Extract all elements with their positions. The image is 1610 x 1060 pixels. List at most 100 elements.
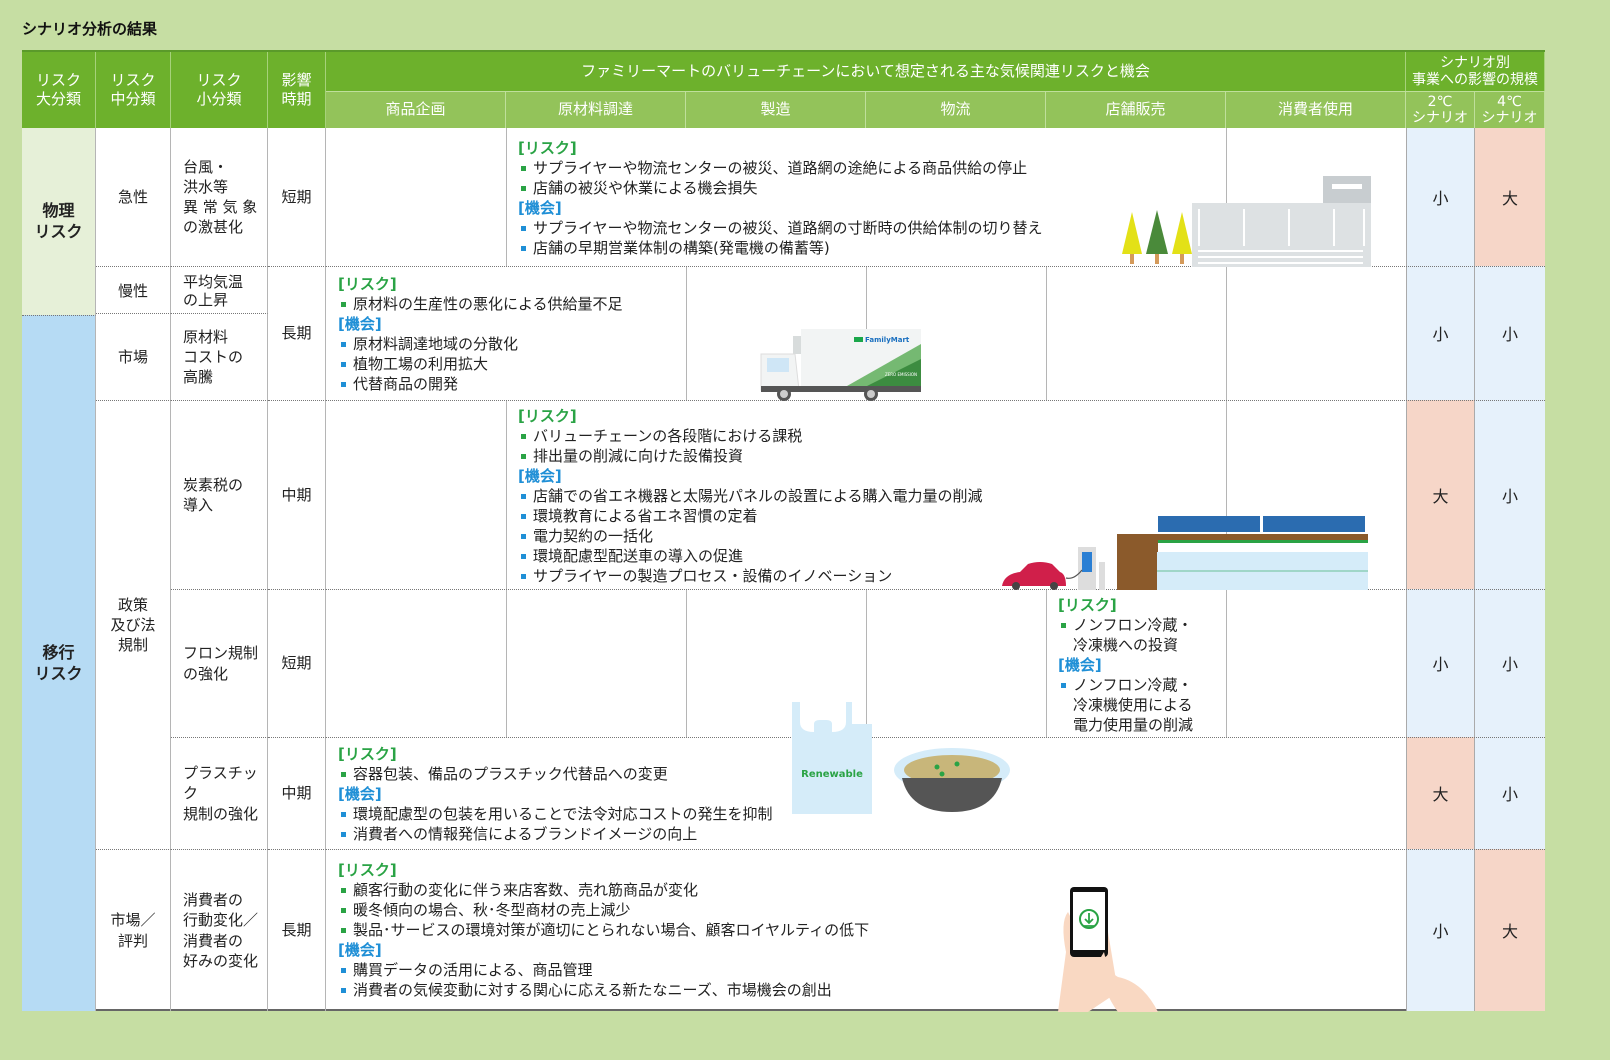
risk-item: 排出量の削減に向けた設備投資 [518, 446, 983, 466]
header-stage-logistics: 物流 [866, 91, 1046, 128]
impact-2c-carbon-tax: 大 [1406, 400, 1475, 589]
shopping-bag-icon [792, 702, 872, 814]
distribution-center-illustration [1122, 176, 1371, 267]
opportunity-item: 店舗の早期営業体制の構築(発電機の備蓄等) [518, 238, 1043, 258]
risk-label: [リスク] [1058, 596, 1117, 614]
building-roof-block [1323, 176, 1371, 203]
header-scenario-4c: 4℃ シナリオ [1475, 91, 1545, 128]
risk-item: ノンフロン冷蔵・ 冷凍機への投資 [1058, 615, 1223, 655]
middle-category-chronic: 慢性 [96, 266, 171, 315]
plastic-risk-opportunity-block: [リスク] 容器包装、備品のプラスチック代替品への変更 [機会] 環境配慮型の包… [338, 744, 773, 844]
risk-item: サプライヤーや物流センターの被災、道路網の途絶による商品供給の停止 [518, 158, 1043, 178]
impact-4c-fluorocarbon: 小 [1475, 589, 1545, 737]
truck-slogan-text: ZERO EMISSION [885, 372, 917, 377]
opportunity-item: 消費者の気候変動に対する関心に応える新たなニーズ、市場機会の創出 [338, 980, 869, 1000]
period-plastic: 中期 [268, 737, 326, 849]
risk-label: [リスク] [518, 407, 577, 425]
opportunity-item: 電力契約の一括化 [518, 526, 983, 546]
minor-category-raw-material-cost: 原材料 コストの 高騰 [171, 313, 268, 400]
opportunity-item: 購買データの活用による、商品管理 [338, 960, 869, 980]
opportunity-item: 原材料調達地域の分散化 [338, 334, 623, 354]
scenario-analysis-table: リスク 大分類 リスク 中分類 リスク 小分類 影響 時期 ファミリーマートのバ… [22, 50, 1545, 1012]
acute-risk-opportunity-block: [リスク] サプライヤーや物流センターの被災、道路網の途絶による商品供給の停止 … [518, 138, 1043, 258]
period-fluorocarbon: 短期 [268, 589, 326, 737]
middle-category-acute: 急性 [96, 128, 171, 266]
electric-car-icon [1002, 562, 1083, 590]
risk-item: 店舗の被災や休業による機会損失 [518, 178, 1043, 198]
header-scenario-title: シナリオ別 事業への影響の規模 [1406, 52, 1545, 91]
opportunity-label: [機会] [338, 941, 382, 959]
smartphone-hand-illustration [1058, 887, 1158, 1012]
tree-icon [1122, 212, 1142, 264]
carbon-tax-risk-opportunity-block: [リスク] バリューチェーンの各段階における課税 排出量の削減に向けた設備投資 … [518, 406, 983, 586]
bag-label: Renewable [801, 769, 863, 780]
period-carbon-tax: 中期 [268, 400, 326, 589]
opportunity-item: 店舗での省エネ機器と太陽光パネルの設置による購入電力量の削減 [518, 486, 983, 506]
impact-2c-plastic: 大 [1406, 737, 1475, 849]
delivery-truck-illustration: FamilyMart ZERO EMISSION [760, 329, 921, 401]
period-chronic-market: 長期 [268, 266, 326, 400]
opportunity-item: サプライヤーや物流センターの被災、道路網の寸断時の供給体制の切り替え [518, 218, 1043, 238]
opportunity-item: サプライヤーの製造プロセス・設備のイノベーション [518, 566, 983, 586]
renewable-bag-bowl-illustration: Renewable [792, 702, 1010, 814]
bowl-icon [894, 748, 1010, 812]
impact-2c-acute: 小 [1406, 128, 1475, 266]
risk-label: [リスク] [338, 275, 397, 293]
opportunity-item: 環境配慮型配送車の導入の促進 [518, 546, 983, 566]
minor-category-plastic: プラスチック 規制の強化 [171, 737, 268, 849]
opportunity-item: 代替商品の開発 [338, 374, 623, 394]
minor-category-temperature-rise: 平均気温 の上昇 [171, 266, 268, 315]
chronic-risk-opportunity-block: [リスク] 原材料の生産性の悪化による供給量不足 [機会] 原材料調達地域の分散… [338, 274, 623, 394]
risk-label: [リスク] [518, 139, 577, 157]
impact-4c-plastic: 小 [1475, 737, 1545, 849]
impact-4c-consumer: 大 [1475, 849, 1545, 1011]
impact-2c-fluorocarbon: 小 [1406, 589, 1475, 737]
risk-item: 原材料の生産性の悪化による供給量不足 [338, 294, 623, 314]
minor-category-carbon-tax: 炭素税の 導入 [171, 400, 268, 589]
opportunity-item: 環境配慮型の包装を用いることで法令対応コストの発生を抑制 [338, 804, 773, 824]
opportunity-item: 環境教育による省エネ習慣の定着 [518, 506, 983, 526]
opportunity-label: [機会] [338, 785, 382, 803]
major-category-transition: 移行 リスク [22, 315, 96, 1011]
opportunity-label: [機会] [518, 199, 562, 217]
opportunity-item: ノンフロン冷蔵・ 冷凍機使用による 電力使用量の削減 [1058, 675, 1223, 735]
impact-2c-chronic: 小 [1406, 266, 1475, 400]
header-scenario-2c: 2℃ シナリオ [1406, 91, 1475, 128]
store-illustration [1002, 516, 1368, 590]
minor-category-consumer-behavior: 消費者の 行動変化／ 消費者の 好みの変化 [171, 849, 268, 1011]
impact-4c-acute: 大 [1475, 128, 1545, 266]
header-stage-manufacturing: 製造 [686, 91, 866, 128]
header-stage-store-sales: 店舗販売 [1046, 91, 1226, 128]
familymart-logo-icon [854, 337, 863, 342]
page-title: シナリオ分析の結果 [22, 20, 158, 38]
risk-item: 製品･サービスの環境対策が適切にとられない場合、顧客ロイヤルティの低下 [338, 920, 869, 940]
opportunity-label: [機会] [338, 315, 382, 333]
consumer-risk-opportunity-block: [リスク] 顧客行動の変化に伴う来店客数、売れ筋商品が変化 暖冬傾向の場合、秋･… [338, 860, 869, 1000]
middle-category-reputation: 市場／ 評判 [96, 849, 171, 1011]
tree-icon [1146, 210, 1168, 264]
header-minor-category: リスク 小分類 [171, 52, 268, 128]
minor-category-fluorocarbon: フロン規制 の強化 [171, 589, 268, 737]
opportunity-label: [機会] [518, 467, 562, 485]
header-stage-consumer-use: 消費者使用 [1226, 91, 1406, 128]
solar-panel-icon [1158, 516, 1365, 532]
opportunity-label: [機会] [1058, 656, 1102, 674]
risk-item: バリューチェーンの各段階における課税 [518, 426, 983, 446]
risk-label: [リスク] [338, 745, 397, 763]
risk-label: [リスク] [338, 861, 397, 879]
fluorocarbon-risk-opportunity-block: [リスク] ノンフロン冷蔵・ 冷凍機への投資 [機会] ノンフロン冷蔵・ 冷凍機… [1058, 595, 1223, 735]
middle-category-market: 市場 [96, 313, 171, 400]
impact-2c-consumer: 小 [1406, 849, 1475, 1011]
header-middle-category: リスク 中分類 [96, 52, 171, 128]
impact-4c-carbon-tax: 小 [1475, 400, 1545, 589]
period-acute: 短期 [268, 128, 326, 266]
minor-category-extreme-weather: 台風・ 洪水等 異 常 気 象 の激甚化 [171, 128, 268, 266]
major-category-physical: 物理 リスク [22, 128, 96, 315]
period-consumer: 長期 [268, 849, 326, 1011]
ev-charger-icon [1078, 547, 1105, 590]
header-impact-period: 影響 時期 [268, 52, 326, 128]
opportunity-item: 消費者への情報発信によるブランドイメージの向上 [338, 824, 773, 844]
risk-item: 顧客行動の変化に伴う来店客数、売れ筋商品が変化 [338, 880, 869, 900]
truck-brand-text: FamilyMart [865, 336, 910, 344]
middle-category-policy: 政策 及び法 規制 [96, 400, 171, 849]
